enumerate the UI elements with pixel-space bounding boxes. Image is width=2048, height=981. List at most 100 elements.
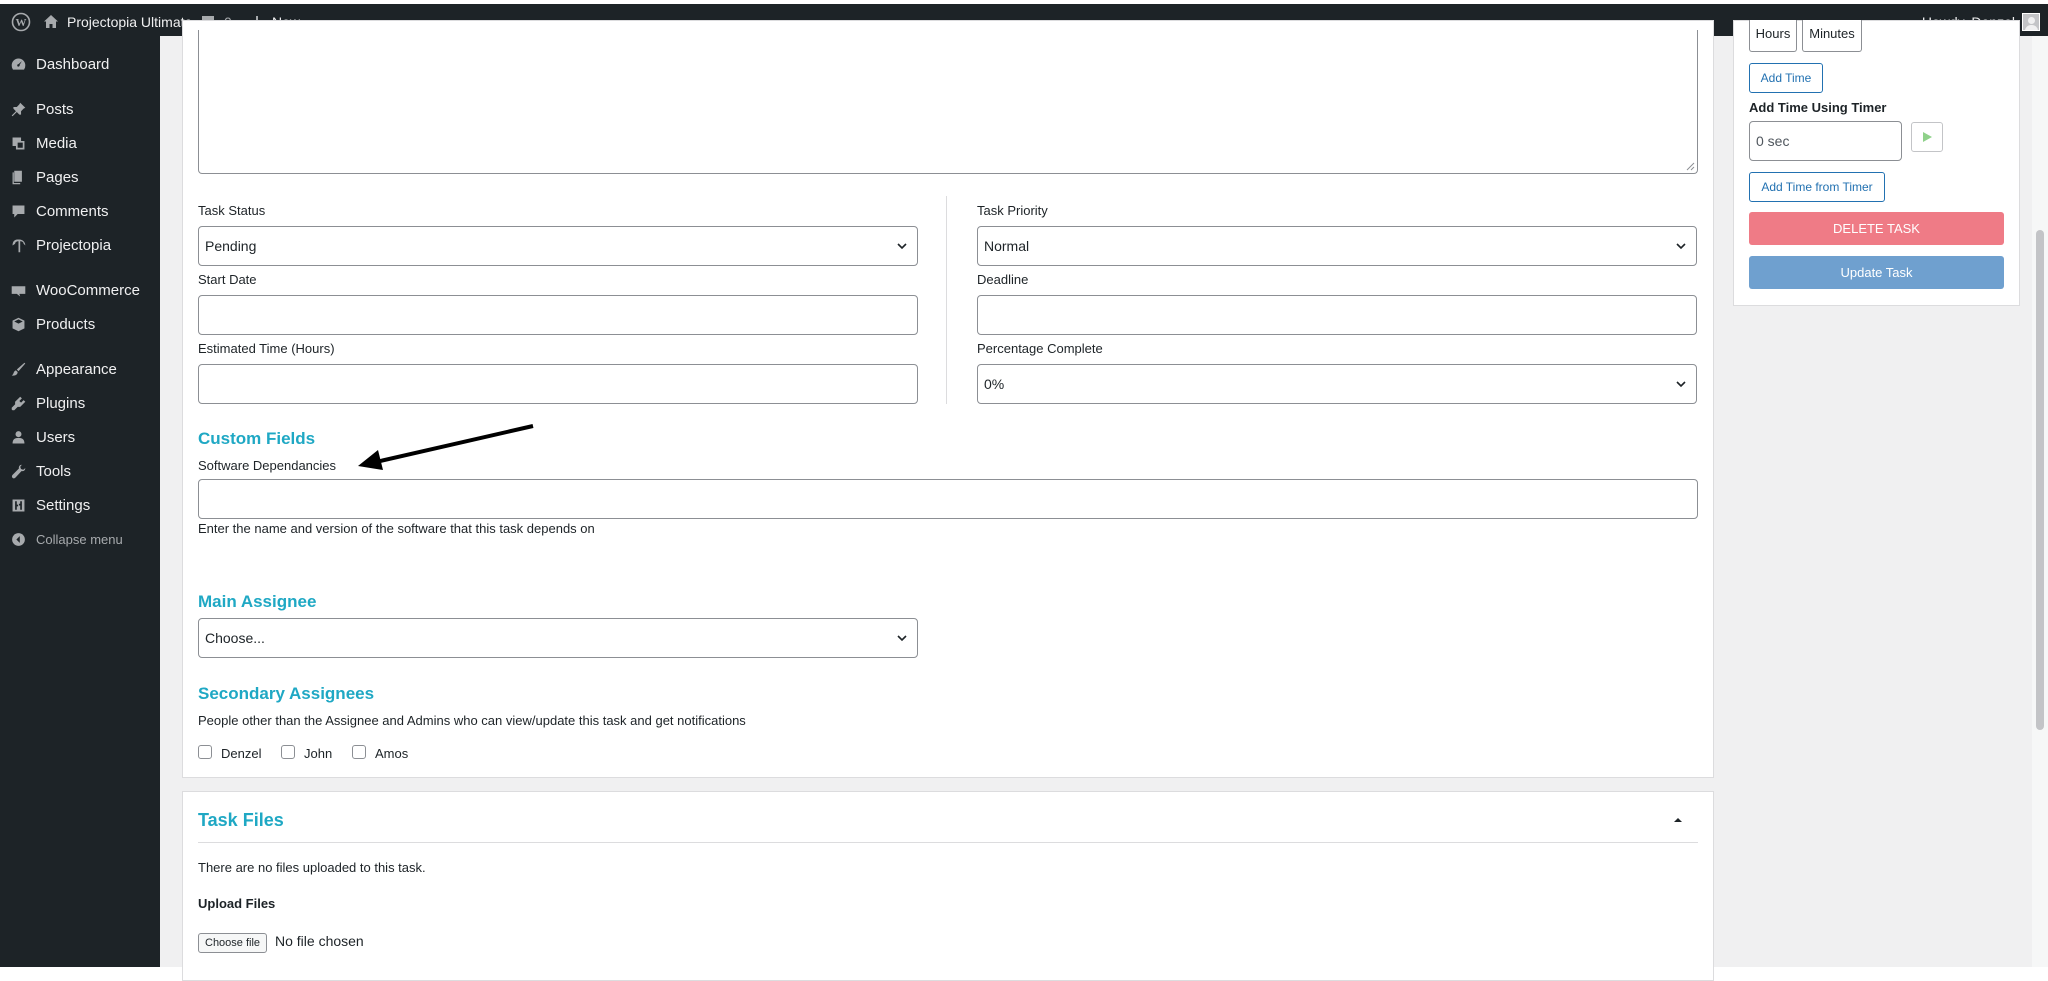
- comment-icon: [0, 203, 36, 220]
- hours-field[interactable]: Hours: [1749, 20, 1797, 52]
- timer-display[interactable]: 0 sec: [1749, 121, 1902, 161]
- sidebar-item-label: Projectopia: [36, 236, 112, 254]
- timer-value: 0 sec: [1756, 133, 1790, 149]
- checkbox-amos[interactable]: [352, 745, 366, 759]
- hours-label: Hours: [1755, 26, 1791, 41]
- sidebar-item-label: Users: [36, 428, 76, 446]
- task-status-select[interactable]: Pending: [198, 226, 918, 266]
- sidebar-item-appearance[interactable]: Appearance: [0, 354, 160, 384]
- upload-files-label: Upload Files: [198, 896, 276, 911]
- sidebar-item-woocommerce[interactable]: WooCommerce: [0, 275, 160, 305]
- sidebar-item-settings[interactable]: Settings: [0, 490, 160, 520]
- sidebar-item-label: Appearance: [36, 360, 117, 378]
- column-divider: [946, 196, 947, 404]
- task-files-divider: [198, 842, 1698, 843]
- main-assignee-title: Main Assignee: [198, 592, 317, 611]
- sidebar-item-products[interactable]: Products: [0, 309, 160, 339]
- add-time-from-timer-button[interactable]: Add Time from Timer: [1749, 172, 1885, 202]
- task-priority-value: Normal: [984, 238, 1030, 254]
- checkbox-label-amos: Amos: [375, 746, 409, 761]
- secondary-assignees-description: People other than the Assignee and Admin…: [198, 713, 746, 728]
- checkbox-label-denzel: Denzel: [221, 746, 262, 761]
- site-name: Projectopia Ultimate: [67, 14, 193, 30]
- minutes-label: Minutes: [1809, 26, 1855, 41]
- sidebar-item-posts[interactable]: Posts: [0, 94, 160, 124]
- delete-task-button[interactable]: DELETE TASK: [1749, 212, 2004, 245]
- checkbox-label-john: John: [304, 746, 333, 761]
- start-timer-button[interactable]: [1911, 122, 1943, 152]
- projectopia-icon: [0, 237, 36, 254]
- sidebar-item-projectopia[interactable]: Projectopia: [0, 230, 160, 260]
- site-name-link[interactable]: Projectopia Ultimate: [42, 4, 192, 40]
- plugin-icon: [0, 395, 36, 412]
- sidebar-item-label: Dashboard: [36, 55, 110, 73]
- media-icon: [0, 135, 36, 152]
- sidebar-item-plugins[interactable]: Plugins: [0, 388, 160, 418]
- sidebar-item-media[interactable]: Media: [0, 128, 160, 158]
- sidebar-item-label: Comments: [36, 202, 109, 220]
- choose-file-label: Choose file: [205, 937, 261, 949]
- collapse-panel-icon[interactable]: [1672, 814, 1684, 826]
- sidebar-item-label: Settings: [36, 496, 91, 514]
- pages-icon: [0, 169, 36, 186]
- add-time-from-timer-label: Add Time from Timer: [1761, 180, 1873, 194]
- custom-fields-title: Custom Fields: [198, 429, 316, 448]
- main-assignee-select[interactable]: Choose...: [198, 618, 918, 658]
- main-assignee-value: Choose...: [205, 630, 265, 646]
- chevron-down-icon: [1676, 381, 1686, 388]
- sidebar-item-tools[interactable]: Tools: [0, 456, 160, 486]
- software-dependancies-help: Enter the name and version of the softwa…: [198, 521, 595, 536]
- percentage-complete-select[interactable]: 0%: [977, 364, 1697, 404]
- collapse-menu-button[interactable]: Collapse menu: [0, 524, 160, 554]
- scrollbar-thumb[interactable]: [2036, 230, 2044, 730]
- home-icon: [44, 15, 58, 28]
- start-date-label: Start Date: [198, 272, 257, 287]
- software-dependancies-field[interactable]: [198, 479, 1698, 519]
- settings-icon: [0, 497, 36, 514]
- add-time-button[interactable]: Add Time: [1749, 63, 1823, 93]
- update-task-button[interactable]: Update Task: [1749, 256, 2004, 289]
- task-status-label: Task Status: [198, 203, 266, 218]
- chevron-down-icon: [897, 243, 907, 250]
- task-files-panel: [182, 791, 1714, 981]
- minutes-field[interactable]: Minutes: [1802, 20, 1862, 52]
- brush-icon: [0, 361, 36, 378]
- sidebar-item-comments[interactable]: Comments: [0, 196, 160, 226]
- no-file-chosen-text: No file chosen: [275, 933, 364, 949]
- woocommerce-icon: [0, 282, 36, 299]
- checkbox-denzel[interactable]: [198, 745, 212, 759]
- wrench-icon: [0, 463, 36, 480]
- task-files-title: Task Files: [198, 810, 284, 830]
- sidebar-item-label: Products: [36, 315, 96, 333]
- sidebar-item-label: Posts: [36, 100, 74, 118]
- sidebar-item-label: Media: [36, 134, 77, 152]
- start-date-field[interactable]: [198, 295, 918, 335]
- sidebar-item-label: Tools: [36, 462, 72, 480]
- sidebar-item-users[interactable]: Users: [0, 422, 160, 452]
- checkbox-john[interactable]: [281, 745, 295, 759]
- choose-file-button[interactable]: Choose file: [198, 933, 268, 953]
- software-dependancies-label: Software Dependancies: [198, 458, 337, 473]
- update-task-label: Update Task: [1840, 265, 1913, 280]
- no-files-message: There are no files uploaded to this task…: [198, 860, 426, 875]
- task-priority-select[interactable]: Normal: [977, 226, 1697, 266]
- wordpress-logo-icon[interactable]: W: [6, 4, 36, 40]
- svg-text:W: W: [16, 17, 27, 29]
- dashboard-icon: [0, 56, 36, 73]
- delete-task-label: DELETE TASK: [1833, 221, 1920, 236]
- sidebar-item-pages[interactable]: Pages: [0, 162, 160, 192]
- percentage-complete-label: Percentage Complete: [977, 341, 1103, 356]
- admin-sidebar: Dashboard Posts Media Pages Comments Pro…: [0, 36, 160, 967]
- task-description-textarea[interactable]: [198, 30, 1698, 174]
- collapse-menu-label: Collapse menu: [36, 531, 123, 547]
- estimated-time-field[interactable]: [198, 364, 918, 404]
- deadline-label: Deadline: [977, 272, 1029, 287]
- timer-label: Add Time Using Timer: [1749, 100, 1887, 115]
- sidebar-item-dashboard[interactable]: Dashboard: [0, 49, 160, 79]
- add-time-label: Add Time: [1760, 71, 1812, 85]
- resize-handle-icon: [1686, 162, 1695, 171]
- deadline-field[interactable]: [977, 295, 1697, 335]
- collapse-icon: [0, 531, 36, 548]
- products-icon: [0, 316, 36, 333]
- chevron-down-icon: [897, 635, 907, 642]
